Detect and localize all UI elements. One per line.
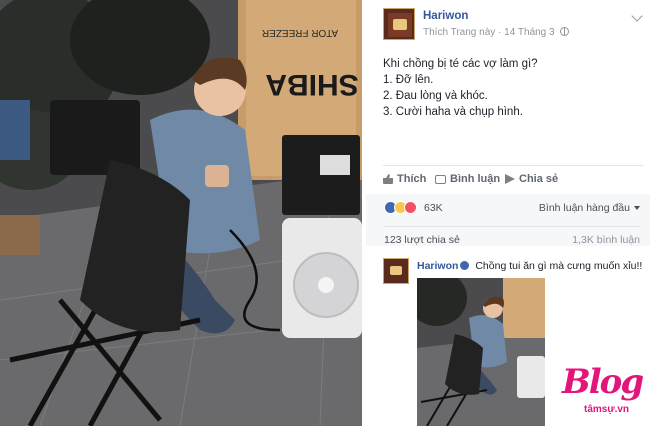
like-page-link[interactable]: Thích Trang này	[423, 27, 495, 38]
reaction-icons[interactable]	[384, 201, 424, 215]
comment-photo-illustration	[417, 278, 545, 426]
post-line: 1. Đỡ lên.	[383, 74, 434, 86]
watermark-sub: tâmsự.vn	[584, 404, 630, 415]
watermark-text: Blog	[562, 362, 644, 402]
thumbs-up-icon	[383, 174, 393, 184]
comment-button[interactable]: Bình luận	[435, 173, 500, 185]
sort-label: Bình luận hàng đầu	[538, 202, 630, 214]
comment-sort-dropdown[interactable]: Bình luận hàng đầu	[539, 202, 640, 214]
post-text: Khi chồng bị té các vợ làm gì? 1. Đỡ lên…	[383, 56, 643, 120]
post-line: Khi chồng bị té các vợ làm gì?	[383, 58, 538, 70]
share-icon	[505, 174, 515, 184]
action-bar: Thích Bình luận Chia sẻ	[383, 170, 643, 190]
love-reaction-icon	[404, 201, 417, 214]
post-header: Hariwon Thích Trang này · 14 Tháng 3	[383, 8, 645, 44]
meta-separator: ·	[498, 27, 502, 38]
comment-photo[interactable]	[417, 278, 545, 426]
commenter-avatar[interactable]	[383, 258, 409, 284]
chevron-down-icon[interactable]	[631, 10, 643, 22]
comment-text: Hariwon Chồng tui ăn gì mà cưng muốn xỉu…	[417, 260, 642, 272]
watermark-logo: Blog tâmsự.vn	[562, 362, 644, 424]
post-line: 3. Cười haha và chụp hình.	[383, 106, 523, 118]
box-label-top: ATOR FREEZER	[262, 27, 338, 38]
comment-icon	[435, 175, 446, 184]
verified-badge-icon	[460, 261, 470, 270]
box-brand: SHIBA	[265, 68, 358, 101]
post-meta: Thích Trang này · 14 Tháng 3	[423, 27, 570, 38]
post-line: 2. Đau lòng và khóc.	[383, 90, 488, 102]
reactions-bar: 63K Bình luận hàng đầu 123 lượt chia sẻ …	[366, 194, 650, 246]
globe-icon	[560, 27, 570, 36]
post-photo[interactable]: ATOR FREEZER SHIBA	[0, 0, 362, 426]
divider	[384, 226, 640, 227]
caret-down-icon	[634, 206, 640, 210]
like-button[interactable]: Thích	[383, 173, 426, 185]
share-count[interactable]: 123 lượt chia sẻ	[384, 234, 460, 246]
share-label: Chia sẻ	[519, 173, 559, 185]
like-label: Thích	[397, 173, 427, 185]
post-panel: Hariwon Thích Trang này · 14 Tháng 3 Khi…	[366, 0, 650, 426]
commenter-name[interactable]: Hariwon	[417, 260, 458, 272]
author-name[interactable]: Hariwon	[423, 10, 468, 22]
page-avatar[interactable]	[383, 8, 415, 40]
reaction-count[interactable]: 63K	[424, 202, 443, 214]
comment-body: Chồng tui ăn gì mà cưng muốn xỉu!!	[475, 260, 643, 272]
comment-count[interactable]: 1,3K bình luận	[572, 234, 640, 246]
comment-label: Bình luận	[450, 173, 501, 185]
share-button[interactable]: Chia sẻ	[505, 173, 558, 185]
divider	[383, 165, 643, 166]
post-date[interactable]: 14 Tháng 3	[504, 27, 554, 38]
photo-illustration: ATOR FREEZER SHIBA	[0, 0, 362, 426]
